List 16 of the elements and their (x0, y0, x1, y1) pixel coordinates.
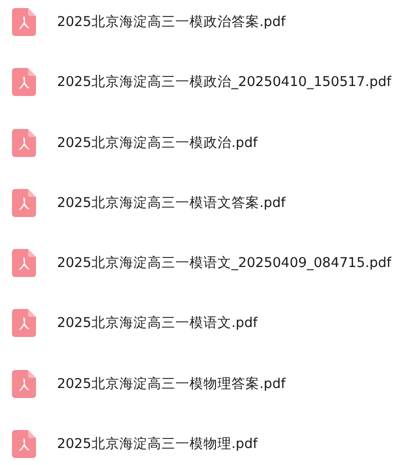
file-name[interactable]: 2025北京海淀高三一模物理答案.pdf (57, 374, 286, 393)
pdf-file-icon (12, 8, 36, 36)
file-name[interactable]: 2025北京海淀高三一模政治_20250410_150517.pdf (57, 73, 392, 92)
pdf-file-icon (12, 249, 36, 278)
pdf-file-icon (12, 430, 36, 458)
pdf-file-icon (12, 309, 36, 338)
file-name[interactable]: 2025北京海淀高三一模政治.pdf (57, 134, 258, 152)
pdf-file-icon (12, 128, 36, 157)
file-name[interactable]: 2025北京海淀高三一模政治答案.pdf (57, 13, 286, 31)
file-name[interactable]: 2025北京海淀高三一模语文答案.pdf (57, 194, 286, 212)
file-name[interactable]: 2025北京海淀高三一模语文.pdf (57, 314, 258, 332)
file-name[interactable]: 2025北京海淀高三一模语文_20250409_084715.pdf (57, 254, 392, 272)
pdf-file-icon (12, 68, 36, 96)
file-name[interactable]: 2025北京海淀高三一模物理.pdf (57, 435, 258, 454)
pdf-file-icon (12, 188, 36, 217)
pdf-file-icon (12, 370, 36, 398)
